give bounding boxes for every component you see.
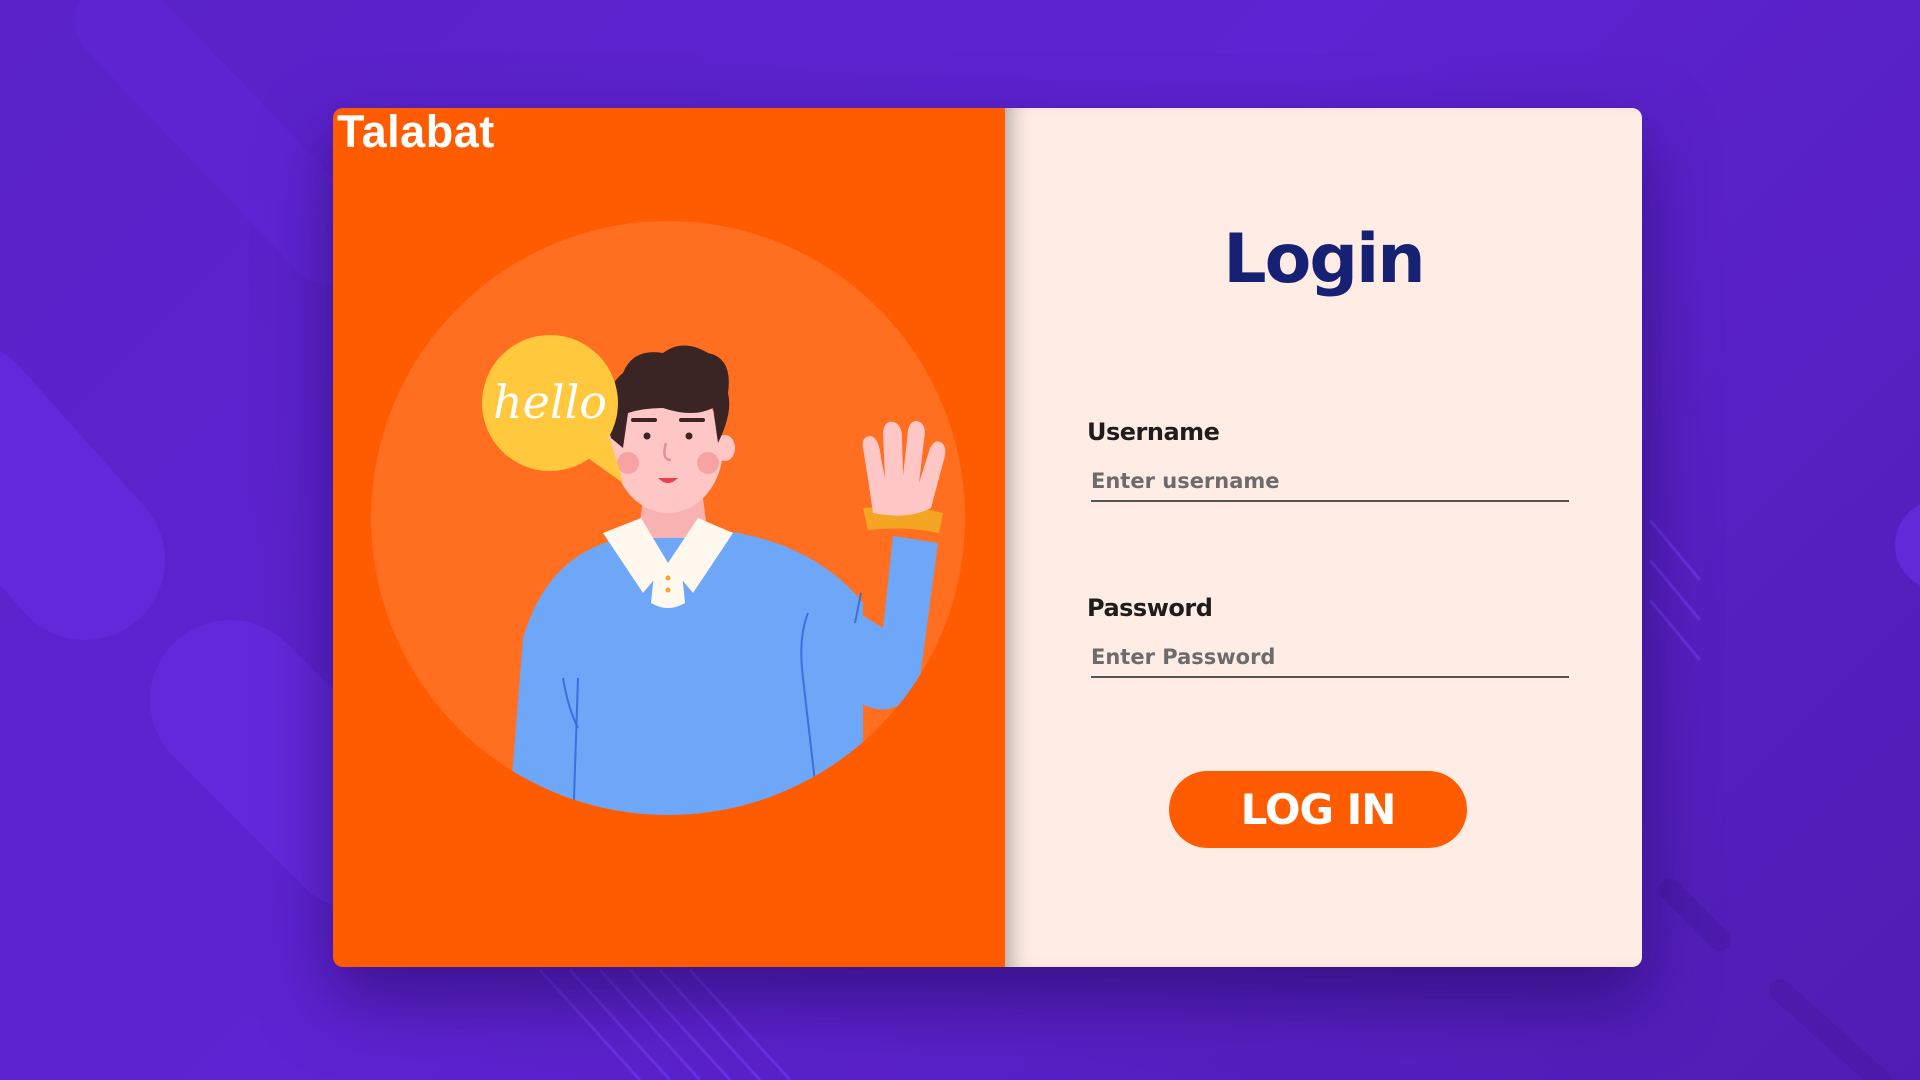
username-field[interactable]: [1091, 464, 1569, 502]
waving-man-illustration: hello: [371, 221, 965, 815]
login-form-panel: Login Username Password LOG IN: [1005, 108, 1642, 967]
speech-bubble-text: hello: [493, 375, 607, 429]
brand-logo: Talabat: [337, 108, 495, 157]
login-card: Talabat hello Login Username Enter usern…: [333, 108, 1642, 967]
login-button[interactable]: LOG IN: [1169, 771, 1467, 848]
password-label: Password: [1087, 594, 1213, 622]
brand-panel: Talabat hello: [333, 108, 1005, 967]
password-field[interactable]: [1091, 640, 1569, 678]
login-heading: Login: [1223, 220, 1425, 299]
username-label: Username: [1087, 418, 1220, 446]
